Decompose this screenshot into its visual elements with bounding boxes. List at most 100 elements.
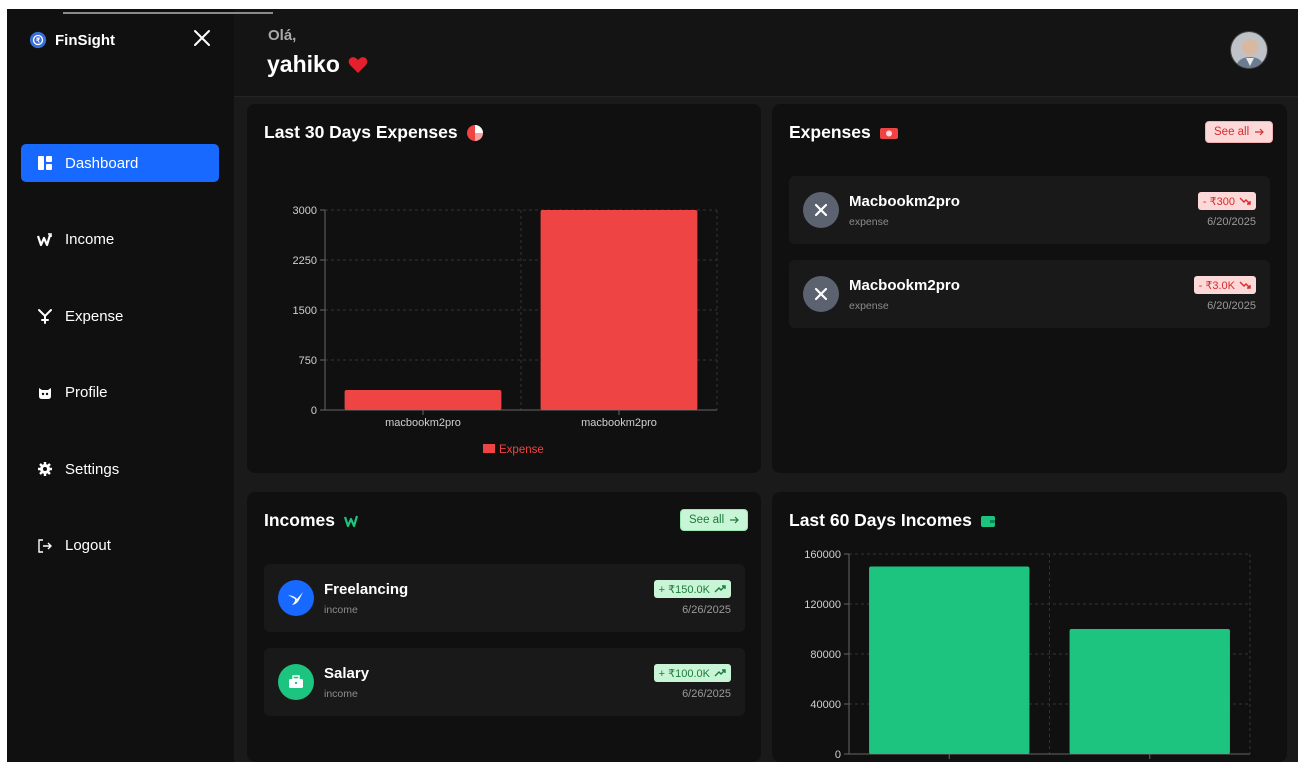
trend-down-icon <box>1239 197 1251 205</box>
profile-icon <box>39 387 51 399</box>
item-category: income <box>324 688 358 700</box>
expense-icon <box>38 309 52 324</box>
user-greeting: yahiko <box>267 51 368 78</box>
income-trend-icon <box>343 515 359 527</box>
card-title-text: Incomes <box>264 510 335 530</box>
see-all-label: See all <box>689 514 725 526</box>
expense-item-icon <box>803 276 839 312</box>
tools-icon <box>814 287 828 301</box>
item-name: Macbookm2pro <box>849 193 960 210</box>
trend-up-icon <box>714 585 726 593</box>
amount-badge: + ₹150.0K <box>653 580 731 598</box>
sidebar-item-profile[interactable]: Profile <box>21 374 219 412</box>
card-title: Expenses <box>789 122 899 143</box>
y-tick-label: 1500 <box>293 305 317 317</box>
y-tick-label: 3000 <box>293 205 317 217</box>
chart-bar <box>1069 629 1230 754</box>
y-tick-label: 2250 <box>293 255 317 267</box>
expense-bar-chart: 0 750 1500 2250 3000 macbookm2pro macbookm2pro… <box>293 205 718 456</box>
sidebar-item-label: Dashboard <box>65 154 139 172</box>
sidebar-item-label: Expense <box>65 307 124 325</box>
y-tick-label: 0 <box>311 405 317 417</box>
item-category: expense <box>849 216 889 228</box>
legend-swatch <box>483 444 495 453</box>
avatar[interactable] <box>1230 31 1268 69</box>
expenses-card: Expenses See all Macbookm2pro expense - … <box>772 104 1287 473</box>
brand-name: FinSight <box>55 31 115 49</box>
money-icon <box>879 127 898 139</box>
arrow-right-icon <box>730 516 740 524</box>
trend-down-icon <box>1239 281 1251 289</box>
chart-bar <box>540 210 698 410</box>
amount-badge: - ₹300 <box>1197 192 1256 210</box>
x-tick-label: macbookm2pro <box>385 417 461 429</box>
list-item[interactable]: Macbookm2pro expense - ₹3.0K 6/20/2025 <box>789 260 1270 328</box>
top-header: Olá, yahiko <box>234 9 1298 97</box>
sidebar-nav: Dashboard Income Expense Profile Setting… <box>21 144 219 603</box>
income-item-icon <box>278 580 314 616</box>
incomes-card: Incomes See all Freelancing income + ₹15… <box>247 492 761 762</box>
amount-text: + ₹100.0K <box>658 667 710 680</box>
brand-logo-icon: ₹ <box>29 31 47 49</box>
item-name: Macbookm2pro <box>849 277 960 294</box>
window-top-indicator <box>63 12 273 14</box>
close-icon[interactable] <box>191 27 213 49</box>
list-item[interactable]: Macbookm2pro expense - ₹300 6/20/2025 <box>789 176 1270 244</box>
amount-badge: - ₹3.0K <box>1193 276 1256 294</box>
item-date: 6/26/2025 <box>682 604 731 616</box>
amount-text: + ₹150.0K <box>658 583 710 596</box>
sidebar-item-label: Logout <box>65 537 111 554</box>
y-tick-label: 80000 <box>810 649 841 661</box>
sidebar-item-dashboard[interactable]: Dashboard <box>21 144 219 182</box>
arrow-right-icon <box>1255 128 1265 136</box>
y-tick-label: 120000 <box>804 599 841 611</box>
sidebar-item-income[interactable]: Income <box>21 221 219 259</box>
trend-up-icon <box>714 669 726 677</box>
sidebar-item-settings[interactable]: Settings <box>21 450 219 488</box>
avatar-image <box>1231 32 1267 68</box>
sidebar: ₹ FinSight Dashboard Income Expense Prof… <box>7 9 234 762</box>
heart-icon <box>348 56 368 73</box>
brand[interactable]: ₹ FinSight <box>29 31 115 49</box>
bird-icon <box>288 592 303 605</box>
incomes-see-all-button[interactable]: See all <box>680 509 749 531</box>
app-window: ₹ FinSight Dashboard Income Expense Prof… <box>7 9 1298 762</box>
income-item-icon <box>278 664 314 700</box>
item-date: 6/20/2025 <box>1207 300 1256 312</box>
expenses-see-all-button[interactable]: See all <box>1205 121 1274 143</box>
item-date: 6/20/2025 <box>1207 216 1256 228</box>
item-date: 6/26/2025 <box>682 688 731 700</box>
user-name: yahiko <box>267 51 340 77</box>
y-tick-label: 40000 <box>810 699 841 711</box>
card-title: Incomes <box>264 510 361 531</box>
sidebar-item-expense[interactable]: Expense <box>21 297 219 335</box>
item-category: expense <box>849 300 889 312</box>
expense-item-icon <box>803 192 839 228</box>
dashboard-icon <box>38 156 52 170</box>
income-icon <box>37 232 52 246</box>
item-category: income <box>324 604 358 616</box>
see-all-label: See all <box>1214 126 1250 138</box>
chart-bar <box>869 566 1030 754</box>
svg-text:₹: ₹ <box>36 38 40 45</box>
logout-icon <box>38 538 52 553</box>
amount-text: - ₹3.0K <box>1198 279 1235 292</box>
x-tick-label: macbookm2pro <box>581 417 657 429</box>
list-item[interactable]: Freelancing income + ₹150.0K 6/26/2025 <box>264 564 745 632</box>
amount-badge: + ₹100.0K <box>653 664 731 682</box>
chart-bar <box>344 390 502 410</box>
greeting: Olá, <box>268 27 297 44</box>
item-name: Freelancing <box>324 581 409 598</box>
income-bar-chart: 0 40000 80000 120000 160000 <box>804 549 1251 761</box>
sidebar-item-logout[interactable]: Logout <box>21 527 219 565</box>
legend-label: Expense <box>499 444 544 456</box>
expenses-chart-card: Last 30 Days Expenses 0 750 1500 2250 3000 ma… <box>247 104 761 473</box>
y-tick-label: 0 <box>835 749 841 761</box>
card-title-text: Expenses <box>789 122 871 142</box>
y-tick-label: 160000 <box>804 549 841 561</box>
sidebar-item-label: Settings <box>65 460 120 478</box>
y-tick-label: 750 <box>299 355 317 367</box>
sidebar-item-label: Income <box>65 231 115 248</box>
list-item[interactable]: Salary income + ₹100.0K 6/26/2025 <box>264 648 745 716</box>
briefcase-icon <box>289 675 303 688</box>
